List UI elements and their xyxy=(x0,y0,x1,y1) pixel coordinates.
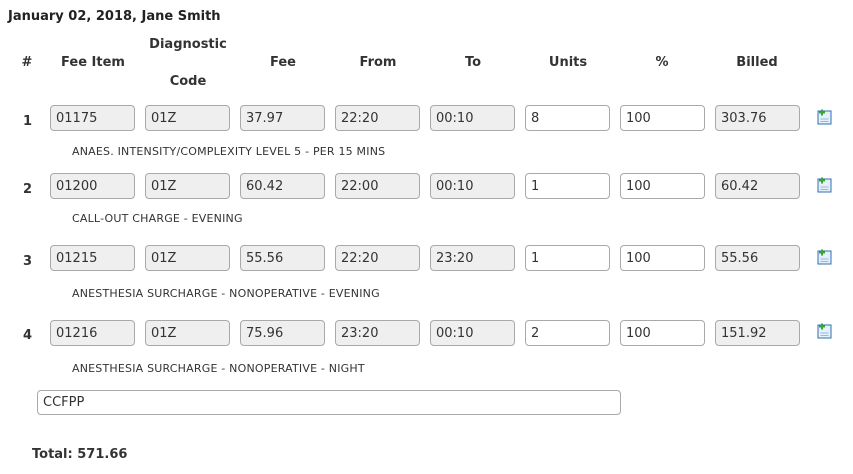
col-header-billed: Billed xyxy=(736,55,778,70)
units-field[interactable] xyxy=(525,173,610,199)
from-time-field[interactable] xyxy=(335,320,420,346)
units-field[interactable] xyxy=(525,320,610,346)
percent-field[interactable] xyxy=(620,245,705,271)
fee-field[interactable] xyxy=(240,173,325,199)
billed-field[interactable] xyxy=(715,105,800,131)
billed-field[interactable] xyxy=(715,320,800,346)
units-field[interactable] xyxy=(525,245,610,271)
fee-field[interactable] xyxy=(240,245,325,271)
diagnostic-code-field[interactable] xyxy=(145,105,230,131)
row-number: 4 xyxy=(23,328,33,343)
add-document-icon[interactable] xyxy=(817,249,833,265)
fee-item-field[interactable] xyxy=(50,245,135,271)
fee-field[interactable] xyxy=(240,320,325,346)
to-time-field[interactable] xyxy=(430,320,515,346)
to-time-field[interactable] xyxy=(430,173,515,199)
units-field[interactable] xyxy=(525,105,610,131)
col-header-percent: % xyxy=(655,55,669,70)
diagnostic-code-field[interactable] xyxy=(145,320,230,346)
fee-description: ANAES. INTENSITY/COMPLEXITY LEVEL 5 - PE… xyxy=(72,145,386,158)
fee-description: ANESTHESIA SURCHARGE - NONOPERATIVE - EV… xyxy=(72,287,380,300)
col-header-fee: Fee xyxy=(270,55,296,70)
col-header-to: To xyxy=(464,55,482,70)
from-time-field[interactable] xyxy=(335,173,420,199)
fee-item-field[interactable] xyxy=(50,173,135,199)
col-header-code: Code xyxy=(169,74,207,89)
percent-field[interactable] xyxy=(620,320,705,346)
total-amount: Total: 571.66 xyxy=(32,447,128,462)
add-document-icon[interactable] xyxy=(817,323,833,339)
fee-description: ANESTHESIA SURCHARGE - NONOPERATIVE - NI… xyxy=(72,362,365,375)
claim-header: January 02, 2018, Jane Smith xyxy=(8,9,221,24)
from-time-field[interactable] xyxy=(335,105,420,131)
to-time-field[interactable] xyxy=(430,105,515,131)
percent-field[interactable] xyxy=(620,105,705,131)
notes-field[interactable] xyxy=(37,390,621,415)
add-document-icon[interactable] xyxy=(817,177,833,193)
fee-item-field[interactable] xyxy=(50,105,135,131)
col-header-units: Units xyxy=(548,55,588,70)
diagnostic-code-field[interactable] xyxy=(145,173,230,199)
billed-field[interactable] xyxy=(715,173,800,199)
col-header-diagnostic: Diagnostic xyxy=(149,37,227,52)
fee-description: CALL-OUT CHARGE - EVENING xyxy=(72,212,243,225)
diagnostic-code-field[interactable] xyxy=(145,245,230,271)
to-time-field[interactable] xyxy=(430,245,515,271)
from-time-field[interactable] xyxy=(335,245,420,271)
fee-field[interactable] xyxy=(240,105,325,131)
row-number: 3 xyxy=(23,254,33,269)
col-header-fee-item: Fee Item xyxy=(61,55,125,70)
billed-field[interactable] xyxy=(715,245,800,271)
row-number: 1 xyxy=(23,114,33,129)
fee-item-field[interactable] xyxy=(50,320,135,346)
percent-field[interactable] xyxy=(620,173,705,199)
col-header-from: From xyxy=(359,55,397,70)
col-header-num: # xyxy=(21,55,33,70)
row-number: 2 xyxy=(23,182,33,197)
add-document-icon[interactable] xyxy=(817,109,833,125)
